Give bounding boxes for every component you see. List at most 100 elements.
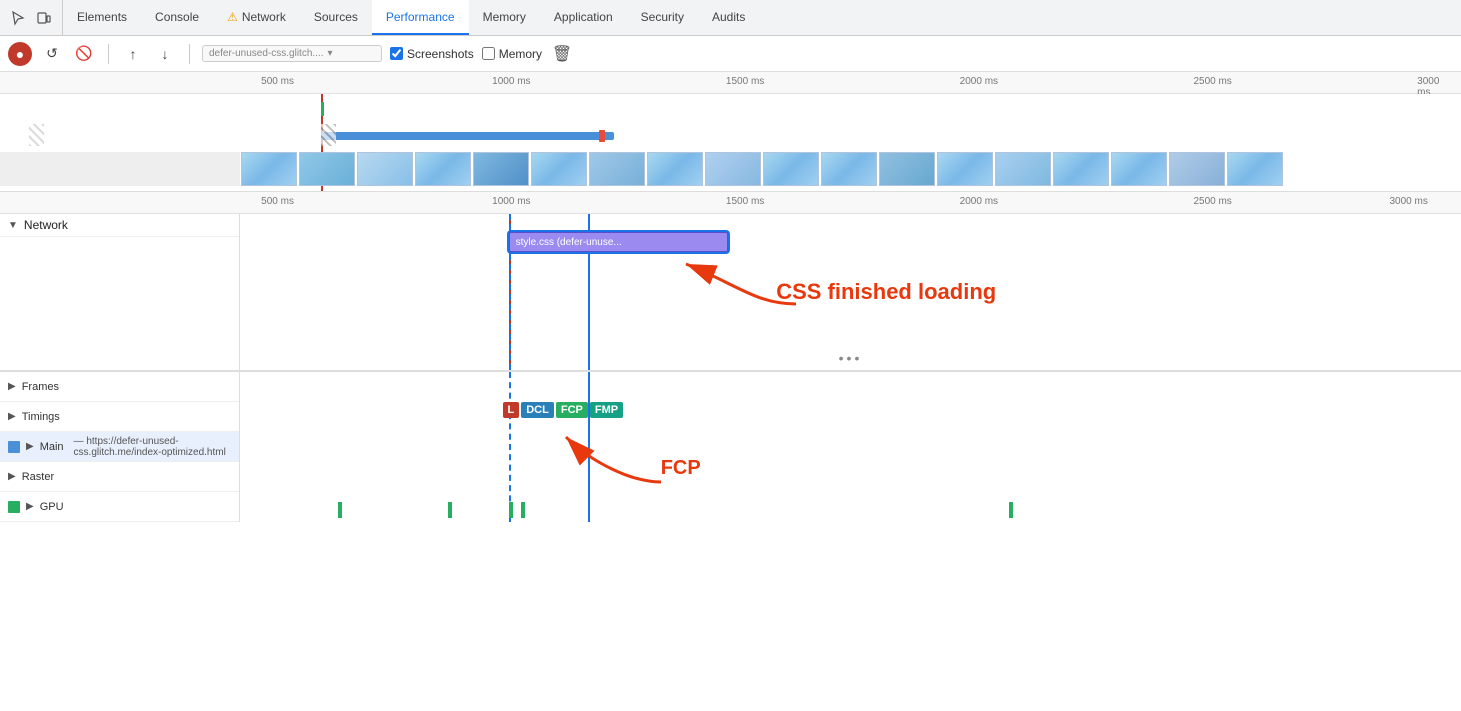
raster-row[interactable]: ▶ Raster	[0, 462, 239, 492]
gpu-label: GPU	[40, 501, 64, 513]
delete-button[interactable]: 🗑	[550, 42, 574, 66]
screenshot-0	[241, 152, 297, 186]
screenshot-12	[937, 152, 993, 186]
screenshot-3	[415, 152, 471, 186]
tab-console[interactable]: Console	[141, 0, 213, 35]
tab-network[interactable]: ⚠ Network	[213, 0, 300, 35]
screenshot-10	[821, 152, 877, 186]
badge-fcp[interactable]: FCP	[556, 402, 588, 418]
screenshot-15	[1111, 152, 1167, 186]
tick-2000: 2000 ms	[960, 76, 998, 87]
cursor-icon[interactable]	[8, 8, 28, 28]
timeline-overview[interactable]: 500 ms 1000 ms 1500 ms 2000 ms 2500 ms 3…	[0, 72, 1461, 192]
lower-tick-1000: 1000 ms	[492, 196, 530, 207]
screenshot-1	[299, 152, 355, 186]
timing-badges-row: L DCL FCP FMP	[503, 402, 624, 418]
timings-row[interactable]: ▶ Timings	[0, 402, 239, 432]
timings-triangle: ▶	[8, 411, 16, 422]
tab-application[interactable]: Application	[540, 0, 627, 35]
main-row[interactable]: ▶ Main — https://defer-unused-css.glitch…	[0, 432, 239, 462]
screenshots-checkbox-label[interactable]: Screenshots	[390, 47, 474, 61]
tracks-dashed-line	[509, 372, 511, 522]
screenshot-7	[647, 152, 703, 186]
raster-label: Raster	[22, 471, 54, 483]
gpu-bar-1	[338, 502, 342, 518]
lower-left-labels: ▼ Network	[0, 214, 240, 370]
badge-l[interactable]: L	[503, 402, 520, 418]
url-dropdown[interactable]: defer-unused-css.glitch.... ▾	[202, 45, 382, 62]
tab-console-label: Console	[155, 10, 199, 24]
frames-row[interactable]: ▶ Frames	[0, 372, 239, 402]
download-button[interactable]: ↓	[153, 42, 177, 66]
upload-button[interactable]: ↑	[121, 42, 145, 66]
screenshot-2	[357, 152, 413, 186]
raster-triangle: ▶	[8, 471, 16, 482]
gpu-bar-3	[509, 502, 513, 518]
memory-label-toolbar: Memory	[499, 47, 542, 61]
gpu-bar-5	[1009, 502, 1013, 518]
overview-network-bar	[321, 132, 613, 140]
separator-2	[189, 44, 190, 64]
tab-audits[interactable]: Audits	[698, 0, 759, 35]
gpu-bar-4	[521, 502, 525, 518]
screenshot-14	[1053, 152, 1109, 186]
fcp-arrow-svg	[551, 422, 671, 502]
separator-1	[108, 44, 109, 64]
tab-sources-label: Sources	[314, 10, 358, 24]
tab-memory[interactable]: Memory	[469, 0, 540, 35]
main-label: Main	[40, 441, 64, 453]
screenshot-5	[531, 152, 587, 186]
css-bar-label: style.css (defer-unuse...	[516, 237, 622, 248]
tab-application-label: Application	[554, 10, 613, 24]
css-annotation-text: CSS finished loading	[776, 279, 996, 305]
screenshot-4	[473, 152, 529, 186]
clear-button[interactable]: 🚫	[72, 42, 96, 66]
css-arrow-svg	[676, 254, 816, 314]
tracks-right: L DCL FCP FMP FCP	[240, 372, 1461, 522]
tick-1500: 1500 ms	[726, 76, 764, 87]
screenshots-checkbox[interactable]	[390, 47, 403, 60]
device-icon[interactable]	[34, 8, 54, 28]
tab-performance[interactable]: Performance	[372, 0, 469, 35]
lower-content: ▼ Network style.css (defer-unuse...	[0, 214, 1461, 370]
network-bar-dot	[599, 130, 605, 142]
lower-tick-2000: 2000 ms	[960, 196, 998, 207]
badge-dcl[interactable]: DCL	[521, 402, 554, 418]
css-network-bar[interactable]: style.css (defer-unuse...	[509, 232, 729, 252]
reload-record-button[interactable]: ↺	[40, 42, 64, 66]
record-button[interactable]: ●	[8, 42, 32, 66]
screenshot-11	[879, 152, 935, 186]
network-triangle: ▼	[8, 220, 18, 231]
screenshot-17	[1227, 152, 1283, 186]
loading-hatch-2	[321, 124, 336, 146]
badge-fmp[interactable]: FMP	[590, 402, 623, 418]
lower-timeline: 500 ms 1000 ms 1500 ms 2000 ms 2500 ms 3…	[0, 192, 1461, 372]
screenshot-13	[995, 152, 1051, 186]
tab-security[interactable]: Security	[627, 0, 698, 35]
tracks-left: ▶ Frames ▶ Timings ▶ Main — https://defe…	[0, 372, 240, 522]
tick-2500: 2500 ms	[1193, 76, 1231, 87]
memory-checkbox-label[interactable]: Memory	[482, 47, 542, 61]
expand-dots[interactable]: •••	[839, 350, 863, 366]
gpu-icon	[8, 501, 20, 513]
tick-500: 500 ms	[261, 76, 294, 87]
gpu-row[interactable]: ▶ GPU	[0, 492, 239, 522]
tick-1000: 1000 ms	[492, 76, 530, 87]
bottom-panel: 500 ms 1000 ms 1500 ms 2000 ms 2500 ms 3…	[0, 192, 1461, 522]
screenshot-9	[763, 152, 819, 186]
network-section-header[interactable]: ▼ Network	[0, 214, 239, 237]
devtools-icons	[0, 0, 63, 35]
lower-tick-2500: 2500 ms	[1193, 196, 1231, 207]
lower-right-content: style.css (defer-unuse... CSS finished l…	[240, 214, 1461, 370]
tab-bar: Elements Console ⚠ Network Sources Perfo…	[0, 0, 1461, 36]
tab-memory-label: Memory	[483, 10, 526, 24]
gpu-bar-2	[448, 502, 452, 518]
tab-elements[interactable]: Elements	[63, 0, 141, 35]
main-icon	[8, 441, 20, 453]
tab-sources[interactable]: Sources	[300, 0, 372, 35]
screenshot-6	[589, 152, 645, 186]
memory-checkbox[interactable]	[482, 47, 495, 60]
timings-label: Timings	[22, 411, 60, 423]
fps-bar-green	[321, 102, 324, 116]
screenshot-16	[1169, 152, 1225, 186]
